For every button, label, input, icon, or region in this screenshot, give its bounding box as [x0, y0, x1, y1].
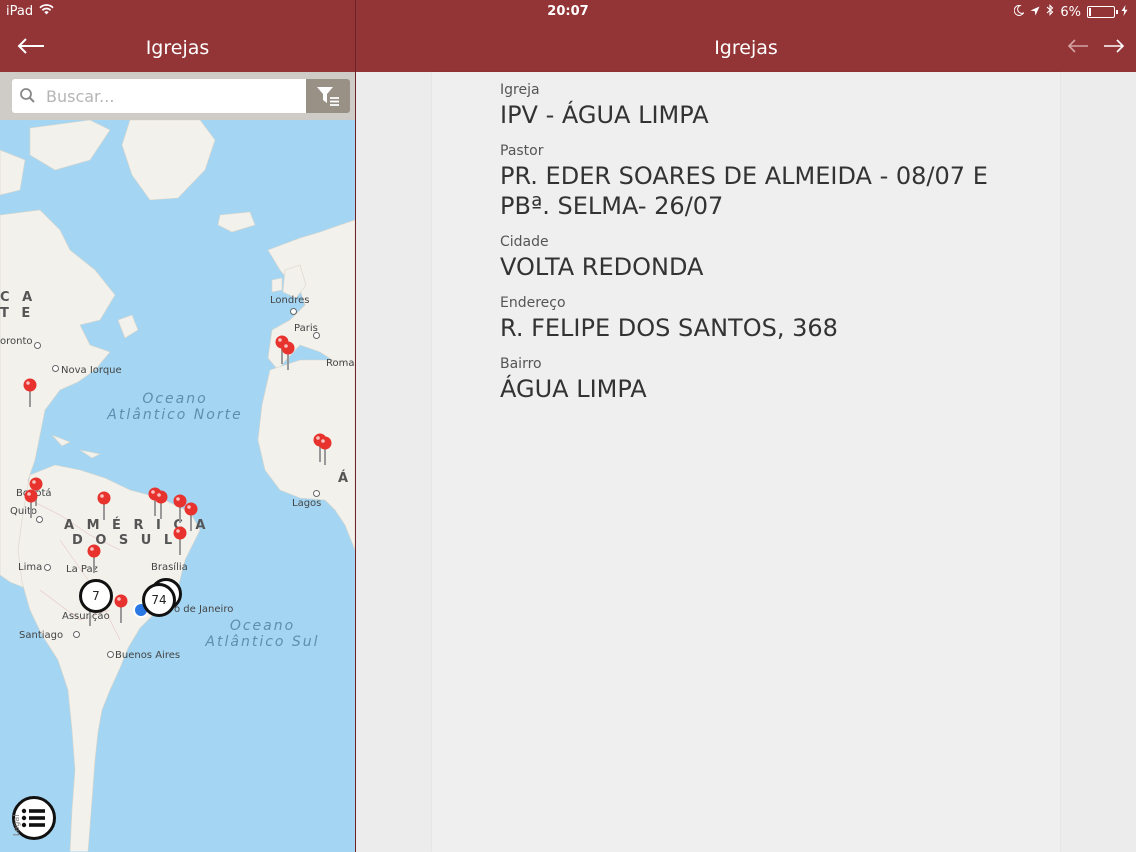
- pin-ne-2[interactable]: [153, 489, 169, 520]
- pin-bolivia[interactable]: [86, 543, 102, 574]
- legal-link[interactable]: Legal: [12, 815, 21, 836]
- pin-europe-2[interactable]: [280, 340, 296, 371]
- field-value: IPV - ÁGUA LIMPA: [500, 101, 709, 129]
- status-time: 20:07: [547, 4, 589, 19]
- field-label: Igreja: [500, 82, 540, 98]
- status-bar: iPad 20:07 6%: [0, 0, 1136, 24]
- battery-fill: [1089, 8, 1091, 16]
- arrow-left-icon: [17, 38, 44, 54]
- master-title: Igrejas: [145, 37, 210, 59]
- previous-button[interactable]: [1066, 32, 1090, 62]
- detail-title: Igrejas: [714, 37, 778, 59]
- moon-icon: [1014, 4, 1026, 20]
- filter-button[interactable]: [306, 79, 350, 113]
- field-label: Bairro: [500, 356, 542, 372]
- search-bar: [0, 72, 355, 120]
- master-navbar: Igrejas: [0, 24, 355, 72]
- arrow-left-icon: [1067, 39, 1088, 53]
- field-label: Pastor: [500, 143, 544, 159]
- search-field[interactable]: [12, 79, 306, 113]
- pin-amazon[interactable]: [96, 490, 112, 521]
- field-value: VOLTA REDONDA: [500, 253, 704, 281]
- pin-usa[interactable]: [22, 377, 38, 408]
- field-igreja: Igreja IPV - ÁGUA LIMPA: [500, 82, 709, 130]
- map-pins: [22, 334, 333, 627]
- field-pastor: Pastor PR. EDER SOARES DE ALMEIDA - 08/0…: [500, 143, 988, 221]
- cluster-small-count: 7: [92, 589, 100, 603]
- field-cidade: Cidade VOLTA REDONDA: [500, 234, 703, 282]
- field-bairro: Bairro ÁGUA LIMPA: [500, 356, 647, 404]
- field-value: PR. EDER SOARES DE ALMEIDA - 08/07 E PBª…: [500, 162, 988, 220]
- field-endereco: Endereço R. FELIPE DOS SANTOS, 368: [500, 295, 838, 343]
- bluetooth-icon: [1046, 4, 1054, 20]
- field-label: Cidade: [500, 234, 549, 250]
- detail-navbar: Igrejas: [356, 24, 1136, 72]
- field-value: ÁGUA LIMPA: [500, 375, 647, 403]
- cluster-small[interactable]: 7: [79, 579, 113, 613]
- battery-percent: 6%: [1060, 4, 1081, 20]
- pin-bahia[interactable]: [172, 525, 188, 556]
- list-icon: [21, 808, 45, 828]
- search-input[interactable]: [44, 85, 298, 107]
- back-button[interactable]: [16, 32, 46, 62]
- charging-bolt-icon: [1121, 4, 1128, 20]
- pin-ne-4[interactable]: [183, 501, 199, 532]
- split-divider: [355, 0, 356, 852]
- field-label: Endereço: [500, 295, 566, 311]
- cluster-large[interactable]: 74: [142, 583, 176, 617]
- search-icon: [20, 88, 35, 103]
- map-view[interactable]: C A T E Londres Paris Roma oronto Nova I…: [0, 120, 355, 852]
- arrow-right-icon: [1104, 39, 1125, 53]
- detail-panel: Igreja IPV - ÁGUA LIMPA Pastor PR. EDER …: [432, 72, 1060, 852]
- location-arrow-icon: [1030, 5, 1040, 20]
- cluster-large-count: 74: [151, 593, 167, 607]
- battery-icon: [1087, 6, 1118, 18]
- pin-south-brazil[interactable]: [113, 593, 129, 624]
- filter-list-icon: [317, 87, 339, 106]
- field-value: R. FELIPE DOS SANTOS, 368: [500, 314, 838, 342]
- next-button[interactable]: [1102, 32, 1126, 62]
